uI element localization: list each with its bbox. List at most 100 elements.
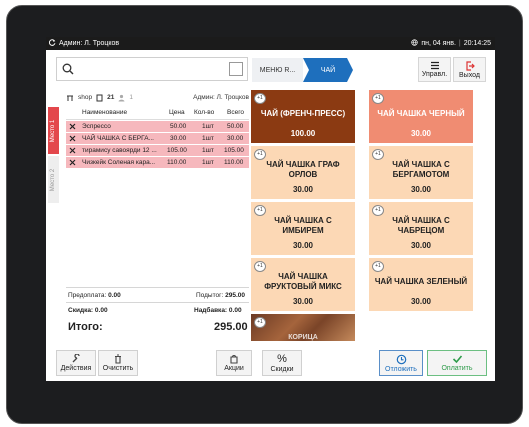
scan-checkbox[interactable] [229, 62, 243, 76]
percent-icon: % [277, 352, 287, 365]
wrench-icon [72, 354, 80, 363]
order-row[interactable]: тирамису савоярди 12 ... 105.00 1шт 105.… [66, 145, 249, 157]
tab-seat-2[interactable]: Место 2 [48, 156, 59, 203]
discounts-label: Скидки [270, 365, 294, 373]
item-qty: 1шт [202, 135, 214, 142]
menu-tile[interactable]: +1 ЧАЙ ЧАШКА С БЕРГАМОТОМ 30.00 [369, 146, 473, 199]
manage-label: Управл. [421, 71, 448, 78]
order-row[interactable]: Эспрессо 50.00 1шт 50.00 [66, 121, 249, 133]
menu-icon [430, 61, 439, 70]
menu-item-price: 30.00 [410, 297, 432, 306]
tab-seat-1[interactable]: Место 1 [48, 107, 59, 154]
exit-icon [465, 60, 475, 71]
menu-tile[interactable]: +1 ЧАЙ ЧАШКА ЧЕРНЫЙ 30.00 [369, 90, 473, 143]
guest-icon [118, 94, 125, 101]
pay-button[interactable]: Оплатить [427, 350, 487, 376]
order-guests: 1 [129, 94, 133, 101]
order-row[interactable]: Чизкейк Соленая кара... 110.00 1шт 110.0… [66, 157, 249, 169]
search-field[interactable] [56, 57, 248, 81]
menu-item-price: 30.00 [292, 241, 314, 250]
menu-tile[interactable]: +1 ЧАЙ (ФРЕНЧ-ПРЕСС) 100.00 [251, 90, 355, 143]
promos-label: Акции [224, 365, 244, 372]
bag-icon [230, 354, 238, 364]
menu-item-name: ЧАЙ ЧАШКА С ИМБИРЕМ [274, 215, 332, 235]
discount-value: 0.00 [94, 307, 108, 314]
status-separator: | [458, 40, 461, 47]
remove-icon[interactable] [69, 159, 76, 166]
markup-label: Надбавка: [194, 307, 228, 314]
summary-divider-2 [66, 302, 249, 303]
menu-item-name: ЧАЙ ЧАШКА ЧЕРНЫЙ [377, 108, 465, 118]
remove-icon[interactable] [69, 135, 76, 142]
menu-item-name: ЧАЙ ЧАШКА С БЕРГАМОТОМ [392, 159, 450, 179]
order-row[interactable]: ЧАЙ ЧАШКА С БЕРГА... 30.00 1шт 30.00 [66, 133, 249, 145]
item-qty: 1шт [202, 147, 214, 154]
remove-icon[interactable] [69, 123, 76, 130]
store-icon [67, 95, 73, 101]
subtotal: Подытог: 295.00 [196, 292, 245, 299]
prepay: Предоплата: 0.00 [68, 292, 121, 299]
item-qty: 1шт [202, 123, 214, 130]
menu-item-price: 30.00 [410, 185, 432, 194]
clear-label: Очистить [102, 365, 134, 372]
total-label: Итого: [68, 321, 103, 333]
manage-button[interactable]: Управл. [418, 57, 451, 82]
order-shop: shop [78, 94, 93, 101]
sync-icon[interactable] [49, 39, 56, 48]
defer-button[interactable]: Отложить [379, 350, 423, 376]
order-table-header: Наименование Цена Кол-во Всего [66, 107, 249, 120]
menu-item-name: ЧАЙ ЧАШКА ГРАФ ОРЛОВ [266, 159, 340, 179]
menu-item-name: КОРИЦА [288, 334, 318, 341]
menu-item-price: 100.00 [290, 129, 316, 138]
clear-button[interactable]: Очистить [98, 350, 138, 376]
exit-button[interactable]: Выход [453, 57, 486, 82]
menu-tile[interactable]: +1 ЧАЙ ЧАШКА ЗЕЛЕНЫЙ 30.00 [369, 258, 473, 311]
breadcrumb-tea[interactable]: ЧАЙ [303, 58, 353, 82]
menu-item-price: 30.00 [292, 297, 314, 306]
breadcrumb-menu[interactable]: МЕНЮ R... [252, 58, 303, 82]
discounts-button[interactable]: % Скидки [262, 350, 302, 376]
header-total: Всего [227, 109, 245, 116]
prepay-value: 0.00 [108, 292, 121, 299]
menu-tile[interactable]: +1 ЧАЙ ЧАШКА С ИМБИРЕМ 30.00 [251, 202, 355, 255]
item-price: 105.00 [167, 147, 187, 154]
menu-item-name: ЧАЙ ЧАШКА ЗЕЛЕНЫЙ [374, 276, 468, 286]
menu-tile[interactable]: +1 ЧАЙ ЧАШКА С ЧАБРЕЦОМ 30.00 [369, 202, 473, 255]
summary-divider [66, 287, 249, 288]
promos-button[interactable]: Акции [216, 350, 252, 376]
item-price: 110.00 [167, 159, 187, 166]
status-bar: Админ: Л. Троцков пн, 04 янв. | 20:14:25 [46, 37, 495, 50]
tab-seat-1-label: Место 1 [50, 119, 57, 142]
actions-label: Действия [60, 365, 92, 372]
menu-item-name: ЧАЙ ЧАШКА ФРУКТОВЫЙ МИКС [264, 271, 342, 291]
prepay-label: Предоплата: [68, 292, 107, 299]
total-value: 295.00 [214, 321, 248, 333]
menu-tile-image[interactable]: +1 КОРИЦА [251, 314, 355, 341]
tab-seat-2-label: Место 2 [50, 168, 57, 191]
discount-label: Скидка: [68, 307, 94, 314]
header-qty: Кол-во [194, 109, 215, 116]
header-name: Наименование [82, 109, 128, 116]
discount: Скидка: 0.00 [68, 307, 108, 314]
menu-item-name: ЧАЙ ЧАШКА С ЧАБРЕЦОМ [392, 215, 450, 235]
menu-tile[interactable]: +1 ЧАЙ ЧАШКА ГРАФ ОРЛОВ 30.00 [251, 146, 355, 199]
table-icon [96, 94, 103, 101]
subtotal-label: Подытог: [196, 292, 224, 299]
menu-tile[interactable]: +1 ЧАЙ ЧАШКА ФРУКТОВЫЙ МИКС 30.00 [251, 258, 355, 311]
item-qty: 1шт [202, 159, 214, 166]
menu-item-name: ЧАЙ (ФРЕНЧ-ПРЕСС) [260, 108, 346, 118]
header-price: Цена [169, 109, 185, 116]
item-price: 50.00 [170, 123, 187, 130]
globe-icon[interactable] [411, 39, 418, 48]
item-name: тирамису савоярди 12 ... [82, 147, 157, 154]
menu-item-price: 30.00 [292, 185, 314, 194]
pay-label: Оплатить [441, 365, 473, 372]
badge-plus-one: +1 [254, 317, 266, 328]
remove-icon[interactable] [69, 147, 76, 154]
actions-button[interactable]: Действия [56, 350, 96, 376]
item-total: 105.00 [224, 147, 244, 154]
item-total: 50.00 [227, 123, 244, 130]
order-table: 21 [107, 94, 115, 101]
item-name: ЧАЙ ЧАШКА С БЕРГА... [82, 135, 154, 142]
item-name: Чизкейк Соленая кара... [82, 159, 156, 166]
